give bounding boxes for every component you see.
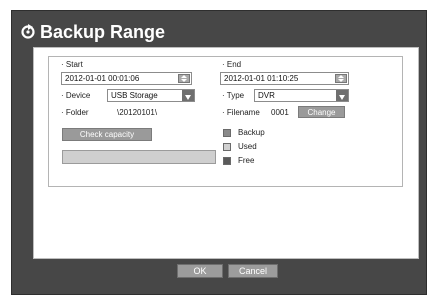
- start-time-value: 2012-01-01 00:01:06: [65, 74, 140, 83]
- end-time-field[interactable]: 2012-01-01 01:10:25: [220, 72, 349, 85]
- refresh-icon: [21, 24, 35, 39]
- folder-value: \20120101\: [117, 108, 158, 117]
- legend-free-label: Free: [238, 156, 255, 165]
- dropdown-arrow-icon[interactable]: [336, 90, 348, 101]
- change-button[interactable]: Change: [298, 106, 345, 118]
- cancel-button[interactable]: Cancel: [228, 264, 278, 278]
- check-capacity-button[interactable]: Check capacity: [62, 128, 152, 141]
- type-select[interactable]: DVR: [254, 89, 349, 102]
- legend-backup-label: Backup: [238, 128, 265, 137]
- legend-used-swatch: [223, 143, 231, 151]
- filename-value: 0001: [271, 108, 289, 117]
- end-time-value: 2012-01-01 01:10:25: [224, 74, 299, 83]
- type-value: DVR: [258, 91, 275, 100]
- filename-label: · Filename: [222, 108, 260, 117]
- start-label: · Start: [61, 60, 83, 69]
- folder-label: · Folder: [61, 108, 89, 117]
- spin-arrows-icon[interactable]: [335, 74, 347, 83]
- type-label: · Type: [222, 91, 245, 100]
- device-label: · Device: [61, 91, 91, 100]
- start-time-field[interactable]: 2012-01-01 00:01:06: [61, 72, 192, 85]
- ok-button[interactable]: OK: [177, 264, 223, 278]
- dropdown-arrow-icon[interactable]: [182, 90, 194, 101]
- device-select[interactable]: USB Storage: [107, 89, 195, 102]
- spin-arrows-icon[interactable]: [178, 74, 190, 83]
- capacity-bar: [62, 150, 216, 164]
- dialog-header: Backup Range: [20, 20, 165, 44]
- legend-backup-swatch: [223, 129, 231, 137]
- dialog-title: Backup Range: [40, 21, 166, 42]
- device-value: USB Storage: [111, 91, 158, 100]
- legend-used-label: Used: [238, 142, 257, 151]
- legend-free-swatch: [223, 157, 231, 165]
- end-label: · End: [222, 60, 242, 69]
